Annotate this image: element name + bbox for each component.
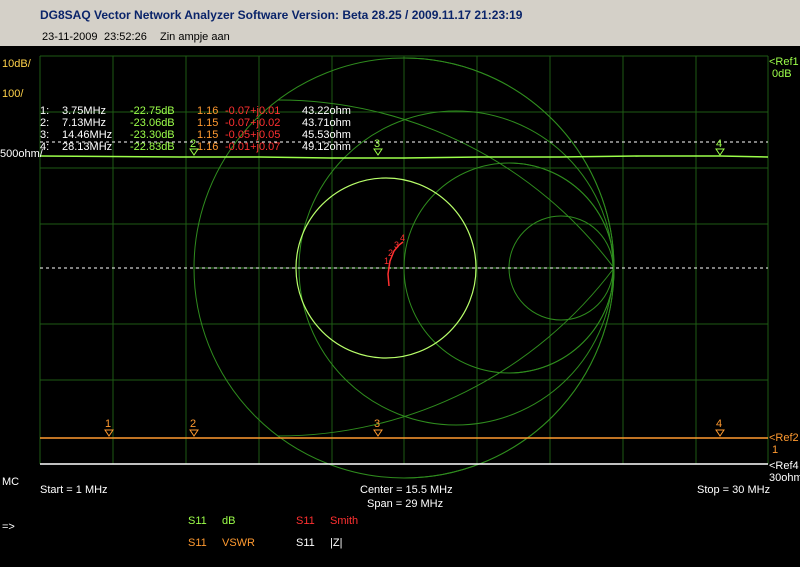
marker-smith: -0.07+j0.01 <box>225 105 281 117</box>
vswr-marker-number: 4 <box>716 418 723 430</box>
ref4-label: <Ref4 <box>769 460 799 472</box>
db-marker-number: 2 <box>190 138 197 150</box>
title-bar: DG8SAQ Vector Network Analyzer Software … <box>0 0 800 30</box>
trace-2-type[interactable]: Smith <box>330 515 358 527</box>
info-bar: 23-11-2009 23:52:26 Zin ampje aan <box>0 30 800 46</box>
trace-4-param[interactable]: S11 <box>296 537 315 549</box>
plot-area[interactable]: 10dB/ 100/ 500ohm/ MC => <Ref1 0dB <Ref2… <box>0 46 800 567</box>
sweep-span: Span = 29 MHz <box>367 498 444 510</box>
sweep-center: Center = 15.5 MHz <box>360 484 453 496</box>
marker-z: 43.22ohm <box>302 105 351 117</box>
ref1-value: 0dB <box>772 68 792 80</box>
marker-smith: -0.01+j0.07 <box>225 141 281 153</box>
marker-index: 1: <box>40 105 50 117</box>
mc-label: MC <box>2 476 20 488</box>
vswr-marker-number: 1 <box>105 418 112 430</box>
trace-1-type[interactable]: dB <box>222 515 235 527</box>
sweep-stop: Stop = 30 MHz <box>697 484 771 496</box>
marker-freq: 7.13MHz <box>62 117 107 129</box>
marker-freq: 3.75MHz <box>62 105 107 117</box>
marker-index: 3: <box>40 129 50 141</box>
marker-db: -22.83dB <box>130 141 175 153</box>
scale-vswr-label: 100/ <box>2 88 24 100</box>
vswr-marker-number: 3 <box>374 418 381 430</box>
marker-smith: -0.07+j0.02 <box>225 117 281 129</box>
vswr-marker-triangles <box>104 429 725 437</box>
sweep-start: Start = 1 MHz <box>40 484 108 496</box>
info-name: Zin ampje aan <box>160 31 230 43</box>
marker-db: -23.30dB <box>130 129 175 141</box>
marker-index: 4: <box>40 141 50 153</box>
db-marker-number: 3 <box>374 138 381 150</box>
vswr-marker-number: 2 <box>190 418 197 430</box>
trace-3-type[interactable]: VSWR <box>222 537 255 549</box>
info-date: 23-11-2009 <box>42 31 98 43</box>
ref2-label: <Ref2 <box>769 432 799 444</box>
smith-marker-number: 4 <box>400 233 406 243</box>
marker-z: 43.71ohm <box>302 117 351 129</box>
marker-vswr: 1.16 <box>197 105 219 117</box>
info-time: 23:52:26 <box>104 31 147 43</box>
db-marker-number: 4 <box>716 138 723 150</box>
marker-z: 45.53ohm <box>302 129 351 141</box>
trace-4-type[interactable]: |Z| <box>330 537 342 549</box>
marker-vswr: 1.15 <box>197 129 219 141</box>
marker-db: -23.06dB <box>130 117 175 129</box>
trace-3-param[interactable]: S11 <box>188 537 207 549</box>
window-title: DG8SAQ Vector Network Analyzer Software … <box>40 8 523 22</box>
ref2-value: 1 <box>772 444 779 456</box>
trace-2-param[interactable]: S11 <box>296 515 315 527</box>
trace-1-param[interactable]: S11 <box>188 515 207 527</box>
marker-vswr: 1.15 <box>197 117 219 129</box>
ref1-label: <Ref1 <box>769 56 799 68</box>
ref4-value: 30ohm <box>769 472 800 484</box>
smith-marker-number: 2 <box>388 248 394 258</box>
scale-ohm-label: 500ohm/ <box>0 148 43 160</box>
smith-marker-number: 3 <box>394 240 400 250</box>
marker-index: 2: <box>40 117 50 129</box>
scale-db-label: 10dB/ <box>2 58 31 70</box>
arrow-label: => <box>2 521 15 533</box>
marker-z: 49.12ohm <box>302 141 351 153</box>
marker-db: -22.75dB <box>130 105 175 117</box>
marker-freq: 14.46MHz <box>62 129 113 141</box>
marker-vswr: 1.16 <box>197 141 219 153</box>
marker-freq: 28.13MHz <box>62 141 113 153</box>
marker-smith: -0.05+j0.05 <box>225 129 281 141</box>
